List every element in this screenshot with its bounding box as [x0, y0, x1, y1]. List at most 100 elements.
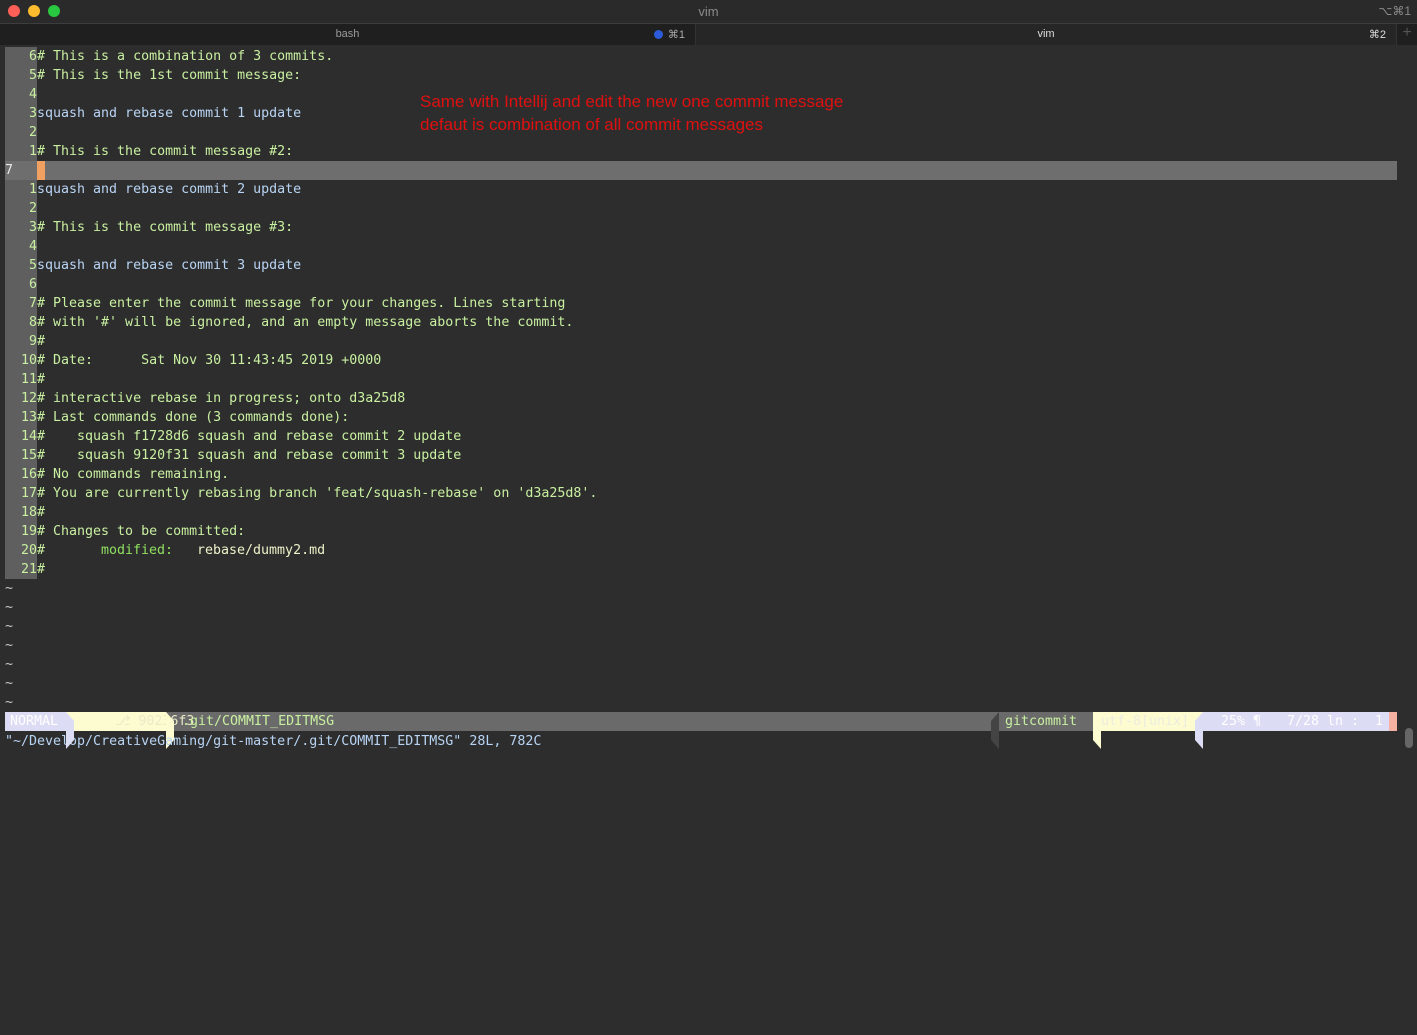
cursor-line[interactable]: 7	[5, 161, 1397, 180]
line-number: 11	[5, 370, 37, 389]
editor-line[interactable]: 10 # Date: Sat Nov 30 11:43:45 2019 +0000	[5, 351, 1397, 370]
line-number: 15	[5, 446, 37, 465]
editor-line[interactable]: 14 # squash f1728d6 squash and rebase com…	[5, 427, 1397, 446]
line-text: squash and rebase commit 3 update	[37, 258, 302, 273]
editor-line[interactable]: 17 # You are currently rebasing branch 'f…	[5, 484, 1397, 503]
mode-indicator: NORMAL	[5, 712, 66, 731]
line-number: 2	[5, 123, 37, 142]
cursor-position: 7/28 ln : 1	[1287, 714, 1384, 729]
line-number: 16	[5, 465, 37, 484]
line-text: # Changes to be committed:	[37, 524, 246, 539]
line-number: 3	[5, 104, 37, 123]
line-text: # This is a combination of 3 commits.	[37, 49, 334, 64]
line-text: # This is the commit message #3:	[37, 220, 294, 235]
file-name: .git/COMMIT_EDITMSG	[182, 714, 335, 729]
tab-label: vim	[1037, 28, 1055, 40]
editor-line[interactable]: 12 # interactive rebase in progress; onto…	[5, 389, 1397, 408]
annotation-line-2: defaut is combination of all commit mess…	[420, 115, 763, 134]
window-shortcut: ⌥⌘1	[1378, 4, 1411, 18]
percent: 25% ¶	[1221, 714, 1262, 729]
line-number: 7	[5, 294, 37, 313]
line-number: 18	[5, 503, 37, 522]
title-bar: vim ⌥⌘1	[0, 0, 1417, 24]
editor-line[interactable]: 1 # This is the commit message #2:	[5, 142, 1397, 161]
editor-line[interactable]: 6 # This is a combination of 3 commits.	[5, 47, 1397, 66]
empty-line-tilde: ~	[5, 581, 14, 596]
line-text: # This is the 1st commit message:	[37, 68, 302, 83]
line-text: # You are currently rebasing branch 'fea…	[37, 486, 598, 501]
editor-line[interactable]: 3 # This is the commit message #3:	[5, 218, 1397, 237]
editor-line[interactable]: 6	[5, 275, 1397, 294]
new-tab-plus-icon[interactable]: +	[1396, 24, 1417, 45]
empty-line-tilde: ~	[5, 676, 14, 691]
editor-line[interactable]: 1 squash and rebase commit 2 update	[5, 180, 1397, 199]
line-number: 8	[5, 313, 37, 332]
line-text: #	[37, 505, 46, 520]
line-number: 6	[5, 47, 37, 66]
line-number: 17	[5, 484, 37, 503]
line-number: 1	[5, 180, 37, 199]
line-text: squash and rebase commit 2 update	[37, 182, 302, 197]
modified-file: rebase/dummy2.md	[197, 543, 326, 558]
editor-line[interactable]: 11 #	[5, 370, 1397, 389]
editor-line[interactable]: 5 # This is the 1st commit message:	[5, 66, 1397, 85]
line-text: #	[37, 543, 46, 558]
line-number: 6	[5, 275, 37, 294]
line-number: 14	[5, 427, 37, 446]
tab-bash[interactable]: bash ⌘1	[0, 24, 696, 45]
line-number: 21	[5, 560, 37, 579]
editor-line[interactable]: 21 #	[5, 560, 1397, 579]
editor-line[interactable]: 16 # No commands remaining.	[5, 465, 1397, 484]
line-number: 5	[5, 256, 37, 275]
line-text: # interactive rebase in progress; onto d…	[37, 391, 406, 406]
line-text: #	[37, 334, 46, 349]
editor-line[interactable]: 19 # Changes to be committed:	[5, 522, 1397, 541]
separator-arrow-icon	[66, 712, 74, 749]
line-text: squash and rebase commit 1 update	[37, 106, 302, 121]
line-number: 2	[5, 199, 37, 218]
empty-line-tilde: ~	[5, 638, 14, 653]
line-text: # Please enter the commit message for yo…	[37, 296, 566, 311]
warning-indicator	[1389, 712, 1397, 731]
tab-vim[interactable]: vim ⌘2	[696, 24, 1396, 45]
status-line: NORMAL ⎇ 90236f3 .git/COMMIT_EDITMSG git…	[5, 712, 1397, 749]
empty-lines: ~ ~ ~ ~ ~ ~ ~	[5, 579, 13, 712]
editor-line[interactable]: 7 # Please enter the commit message for y…	[5, 294, 1397, 313]
separator-arrow-icon	[991, 712, 999, 749]
line-text: #	[37, 372, 46, 387]
editor-line[interactable]: 4	[5, 237, 1397, 256]
line-number: 4	[5, 85, 37, 104]
editor-line[interactable]: 18 #	[5, 503, 1397, 522]
line-number: 10	[5, 351, 37, 370]
tab-shortcut: ⌘1	[667, 29, 685, 41]
filetype: gitcommit	[1005, 714, 1078, 729]
window-title: vim	[698, 4, 719, 19]
line-number: 1	[5, 142, 37, 161]
line-text: #	[37, 562, 46, 577]
editor-line[interactable]: 13 # Last commands done (3 commands done)…	[5, 408, 1397, 427]
line-text: # squash 9120f31 squash and rebase commi…	[37, 448, 462, 463]
line-number: 5	[5, 66, 37, 85]
empty-line-tilde: ~	[5, 600, 14, 615]
scrollbar[interactable]	[1405, 728, 1413, 748]
activity-dot-icon	[654, 30, 663, 39]
line-number: 3	[5, 218, 37, 237]
line-text: # with '#' will be ignored, and an empty…	[37, 315, 574, 330]
text-cursor	[37, 161, 45, 180]
editor-line[interactable]: 20 # modified: rebase/dummy2.md	[5, 541, 1397, 560]
line-number: 9	[5, 332, 37, 351]
editor-line[interactable]: 9 #	[5, 332, 1397, 351]
editor-line[interactable]: 2	[5, 199, 1397, 218]
editor-line[interactable]: 5 squash and rebase commit 3 update	[5, 256, 1397, 275]
separator-arrow-icon	[1195, 712, 1203, 749]
line-text: # This is the commit message #2:	[37, 144, 294, 159]
line-number: 13	[5, 408, 37, 427]
line-number: 20	[5, 541, 37, 560]
modified-label: modified:	[101, 543, 174, 558]
annotation: Same with Intellij and edit the new one …	[420, 90, 843, 136]
tab-bar: bash ⌘1 vim ⌘2 +	[0, 24, 1417, 45]
line-text: # Last commands done (3 commands done):	[37, 410, 350, 425]
editor-line[interactable]: 8 # with '#' will be ignored, and an empt…	[5, 313, 1397, 332]
editor-line[interactable]: 15 # squash 9120f31 squash and rebase com…	[5, 446, 1397, 465]
tab-shortcut: ⌘2	[1368, 29, 1386, 41]
